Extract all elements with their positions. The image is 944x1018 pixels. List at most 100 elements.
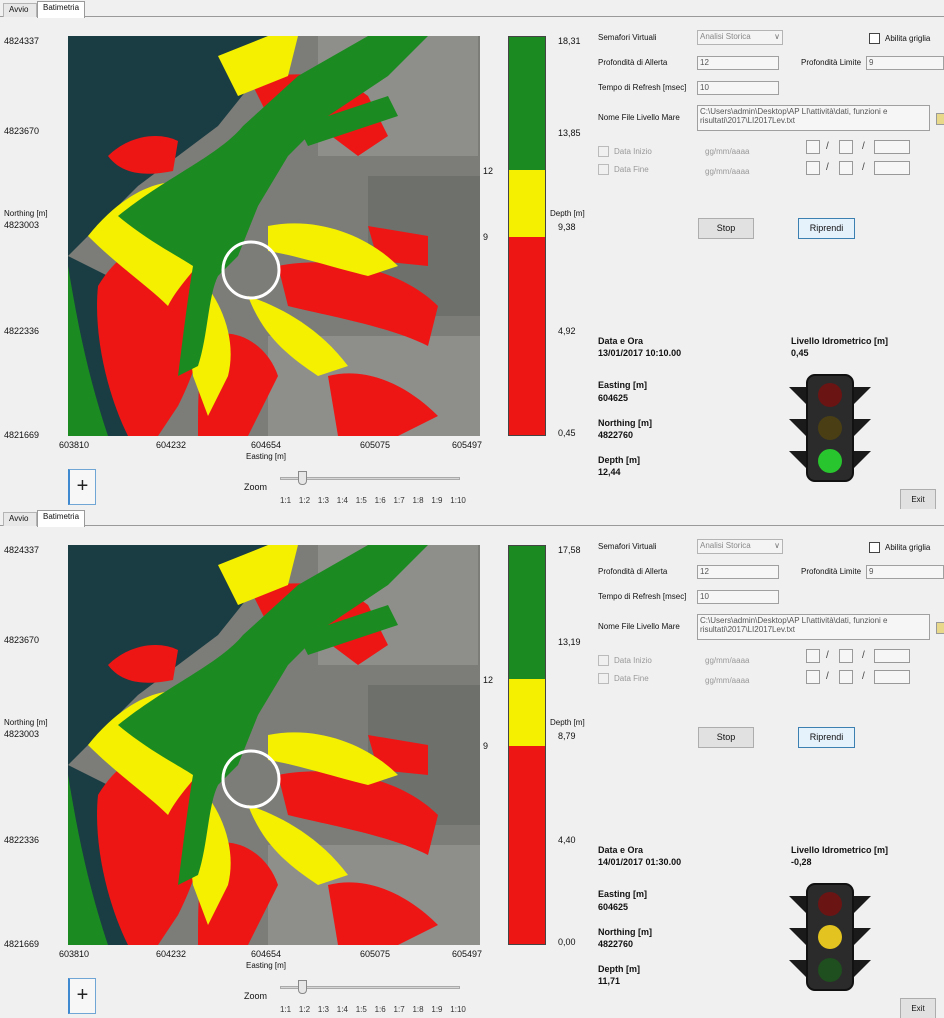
data-inizio-year[interactable] [874,140,910,154]
y-axis-label: Northing [m] [4,718,48,727]
y-tick-label: 4823003 [4,220,40,230]
data-inizio-day[interactable] [806,140,820,154]
depth-value: 11,71 [598,976,621,986]
traffic-light-icon [789,374,871,482]
data-fine-year[interactable] [874,670,910,684]
data-inizio-placeholder: gg/mm/aaaa [705,656,750,665]
limite-input[interactable]: 9 [866,56,944,70]
tab-avvio[interactable]: Avvio [3,512,37,526]
limite-input[interactable]: 9 [866,565,944,579]
refresh-label: Tempo di Refresh [msec] [598,83,687,92]
data-fine-month[interactable] [839,161,853,175]
date-separator: / [826,141,829,152]
zoom-tick: 1:8 [412,496,424,505]
y-tick-label: 4821669 [4,430,40,440]
x-tick-label: 605497 [451,949,483,959]
zoom-slider-track[interactable] [280,986,460,989]
file-input[interactable]: C:\Users\admin\Desktop\AP LI\attività\da… [697,614,930,640]
data-fine-label: Data Fine [614,674,649,683]
data-inizio-month[interactable] [839,649,853,663]
zoom-tick: 1:5 [355,496,367,505]
exit-button[interactable]: Exit [900,998,936,1018]
browse-file-button[interactable] [936,113,944,125]
northing-label: Northing [m] [598,418,652,428]
zoom-tick: 1:6 [374,1005,386,1014]
data-fine-checkbox[interactable] [598,164,609,175]
data-inizio-day[interactable] [806,649,820,663]
x-tick-label: 603810 [58,440,90,450]
zoom-tick: 1:8 [412,1005,424,1014]
zoom-tick: 1:7 [393,496,405,505]
traffic-light-red [818,383,842,407]
data-fine-day[interactable] [806,161,820,175]
riprendi-button[interactable]: Riprendi [798,727,855,748]
stop-button[interactable]: Stop [698,727,754,748]
data-inizio-year[interactable] [874,649,910,663]
zoom-in-button[interactable]: + [68,469,96,505]
riprendi-button[interactable]: Riprendi [798,218,855,239]
data-fine-day[interactable] [806,670,820,684]
semafori-select[interactable]: Analisi Storica ∨ [697,30,783,45]
x-tick-label: 605075 [359,440,391,450]
stop-button[interactable]: Stop [698,218,754,239]
allerta-label: Profondità di Allerta [598,58,668,67]
allerta-input[interactable]: 12 [697,565,779,579]
data-fine-year[interactable] [874,161,910,175]
colorbar-green [509,546,545,679]
zoom-in-button[interactable]: + [68,978,96,1014]
data-fine-checkbox[interactable] [598,673,609,684]
browse-file-button[interactable] [936,622,944,634]
abilita-griglia-label: Abilita griglia [885,543,931,552]
tab-batimetria[interactable]: Batimetria [37,1,85,18]
bathymetry-map[interactable] [68,36,480,436]
semafori-label: Semafori Virtuali [598,33,657,42]
abilita-griglia-checkbox[interactable] [869,542,880,553]
refresh-input[interactable]: 10 [697,590,779,604]
threshold-limit-mark: 9 [483,232,489,242]
traffic-light-green [818,449,842,473]
colorbar-yellow [509,170,545,237]
y-tick-label: 4823670 [4,126,40,136]
northing-value: 4822760 [598,430,634,440]
exit-button[interactable]: Exit [900,489,936,509]
livello-value: 0,45 [791,348,809,358]
zoom-slider-thumb[interactable] [298,471,307,485]
zoom-tick: 1:9 [431,1005,443,1014]
data-inizio-month[interactable] [839,140,853,154]
allerta-label: Profondità di Allerta [598,567,668,576]
y-tick-label: 4822336 [4,326,40,336]
tab-bar: Avvio Batimetria [0,509,944,527]
semafori-label: Semafori Virtuali [598,542,657,551]
colorbar-tick: 18,31 [558,36,581,46]
semafori-select[interactable]: Analisi Storica ∨ [697,539,783,554]
tab-batimetria[interactable]: Batimetria [37,510,85,527]
zoom-tick: 1:9 [431,496,443,505]
colorbar-tick: 17,58 [558,545,581,555]
data-fine-month[interactable] [839,670,853,684]
data-inizio-checkbox[interactable] [598,655,609,666]
selection-circle [221,240,281,300]
batimetria-window-1: Avvio Batimetria 4824337 4823670 Northin… [0,0,944,509]
zoom-slider-track[interactable] [280,477,460,480]
zoom-tick: 1:5 [355,1005,367,1014]
colorbar-label: Depth [m] [550,209,585,218]
tab-avvio[interactable]: Avvio [3,3,37,17]
zoom-control: + Zoom 1:1 1:2 1:3 1:4 1:5 1:6 1:7 1:8 1… [68,465,480,509]
bathymetry-map[interactable] [68,545,480,945]
zoom-tick: 1:6 [374,496,386,505]
refresh-input[interactable]: 10 [697,81,779,95]
file-input[interactable]: C:\Users\admin\Desktop\AP LI\attività\da… [697,105,930,131]
y-tick-label: 4823670 [4,635,40,645]
data-inizio-label: Data Inizio [614,656,652,665]
abilita-griglia-checkbox[interactable] [869,33,880,44]
data-inizio-checkbox[interactable] [598,146,609,157]
zoom-slider-thumb[interactable] [298,980,307,994]
zoom-tick: 1:7 [393,1005,405,1014]
livello-label: Livello Idrometrico [m] [791,336,889,346]
colorbar-green [509,37,545,170]
allerta-input[interactable]: 12 [697,56,779,70]
colorbar-label: Depth [m] [550,718,585,727]
depth-value: 12,44 [598,467,621,477]
easting-label: Easting [m] [598,380,648,390]
data-ora-label: Data e Ora [598,336,644,346]
